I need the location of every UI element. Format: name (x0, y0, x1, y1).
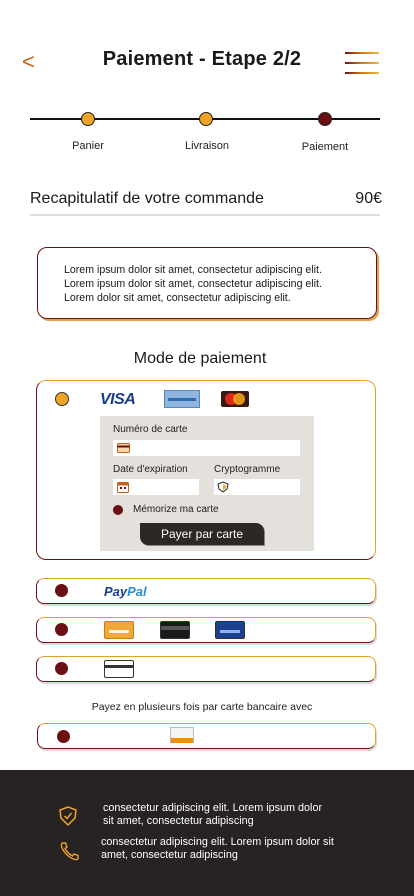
card-outline-icon (104, 660, 134, 678)
shield-check-icon (59, 806, 77, 827)
order-summary-title: Recapitulatif de votre commande (30, 190, 264, 207)
visa-logo: VISA (100, 391, 136, 408)
mastercard-logo (221, 391, 249, 407)
footer-text-guarantee: consectetur adipiscing elit. Lorem ipsum… (103, 802, 323, 827)
other-card-option-radio[interactable] (55, 662, 68, 675)
other-card-option[interactable] (36, 656, 376, 682)
card-number-label: Numéro de carte (113, 424, 188, 435)
discover-logo (170, 727, 194, 743)
card-number-input[interactable] (113, 440, 300, 456)
info-box: Lorem ipsum dolor sit amet, consectetur … (37, 247, 377, 319)
paypal-logo: PayPal (104, 584, 147, 599)
installment-option-radio[interactable] (57, 730, 70, 743)
amex-logo (164, 390, 200, 408)
payment-mode-title: Mode de paiement (133, 350, 267, 367)
footer-text-contact: consectetur adipiscing elit. Lorem ipsum… (101, 836, 334, 861)
shield-icon (217, 481, 229, 493)
info-line: Lorem dolor sit amet, consectetur adipis… (64, 292, 291, 304)
remember-card-checkbox[interactable] (113, 505, 123, 515)
paypal-option-radio[interactable] (55, 584, 68, 597)
pay-by-card-button[interactable]: Payer par carte (140, 523, 264, 545)
installment-option[interactable] (37, 723, 376, 749)
card-option-radio[interactable] (55, 392, 69, 406)
order-total-price: 90€ (355, 190, 382, 207)
gold-card-icon (104, 621, 134, 639)
cvv-label: Cryptogramme (214, 464, 281, 475)
remember-card-label: Mémorize ma carte (133, 504, 219, 515)
blue-card-icon (215, 621, 245, 639)
step-dot-paiement (318, 112, 332, 126)
installment-text: Payez en plusieurs fois par carte bancai… (91, 701, 313, 713)
bank-cards-option-radio[interactable] (55, 623, 68, 636)
divider (30, 214, 380, 216)
footer (0, 770, 414, 896)
step-label-paiement: Paiement (301, 141, 349, 153)
step-dot-panier (81, 112, 95, 126)
info-line: Lorem ipsum dolor sit amet, consectetur … (64, 264, 322, 276)
credit-card-icon (117, 443, 130, 453)
hamburger-menu-icon[interactable] (342, 50, 382, 76)
step-label-panier[interactable]: Panier (48, 140, 128, 152)
step-label-livraison[interactable]: Livraison (167, 140, 247, 152)
info-line: Lorem ipsum dolor sit amet, consectetur … (64, 278, 322, 290)
step-dot-livraison (199, 112, 213, 126)
calendar-icon (117, 482, 129, 493)
expiry-label: Date d'expiration (113, 464, 188, 475)
bank-cards-option[interactable] (36, 617, 376, 643)
phone-icon (60, 842, 79, 861)
black-card-icon (160, 621, 190, 639)
paypal-option[interactable] (36, 578, 376, 604)
